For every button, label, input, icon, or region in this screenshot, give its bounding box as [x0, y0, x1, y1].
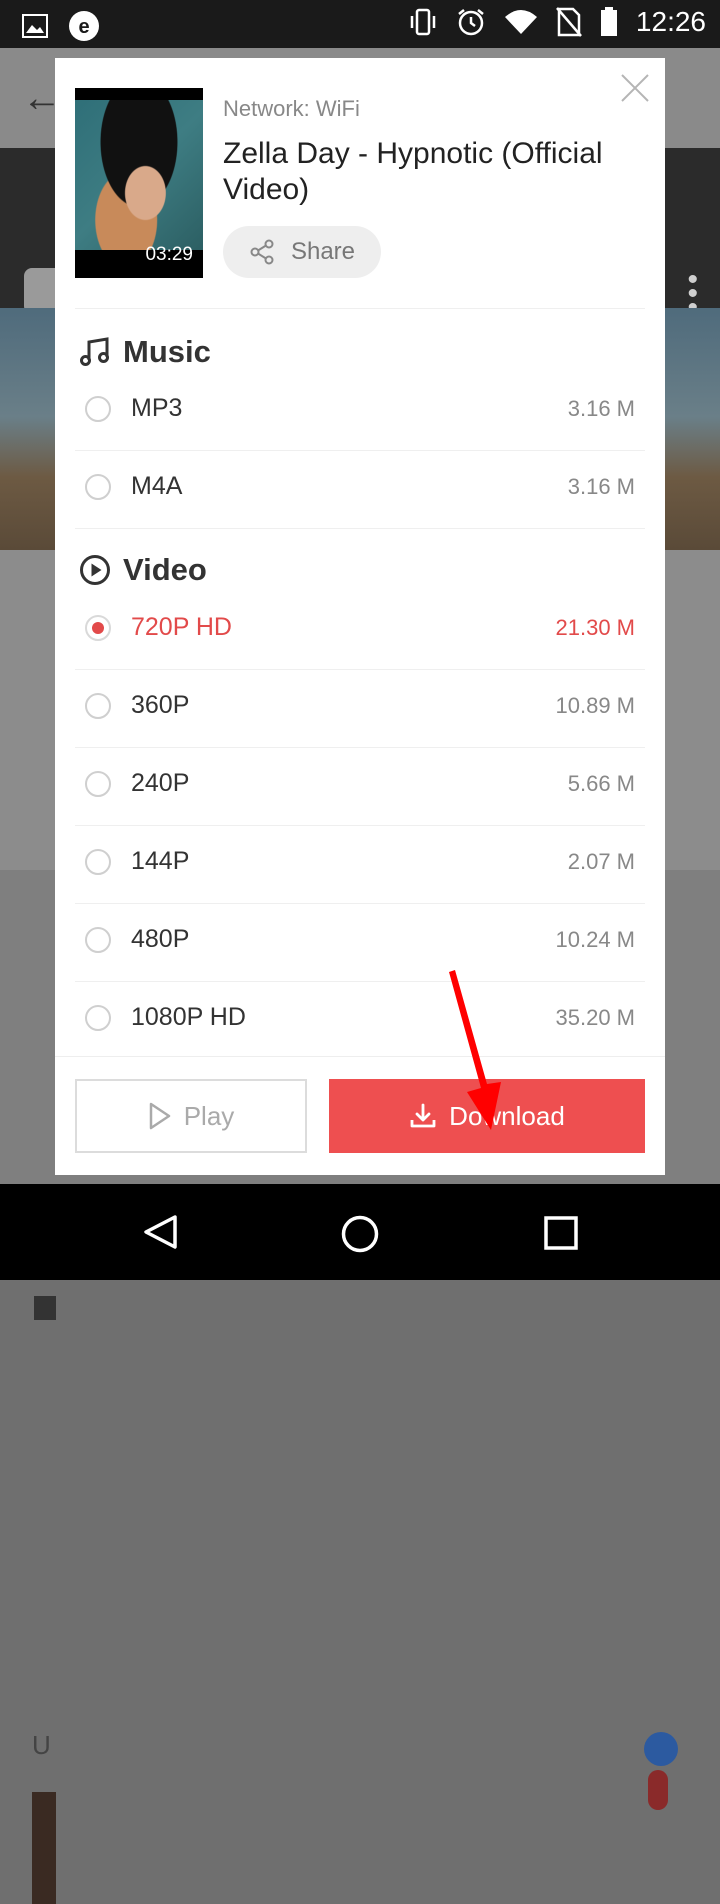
- format-label: MP3: [131, 394, 183, 422]
- share-label: Share: [290, 238, 356, 265]
- play-circle-icon: [80, 555, 110, 585]
- vibrate-icon: [410, 8, 436, 36]
- video-title: Zella Day - Hypnotic (Official Video): [223, 137, 603, 206]
- clock: 12:26: [635, 6, 706, 37]
- image-icon: [22, 14, 48, 38]
- radio-button[interactable]: [85, 771, 111, 797]
- red-arrow-annotation: [449, 970, 501, 1130]
- nav-recents-icon[interactable]: [544, 1216, 578, 1250]
- format-label: 720P HD: [131, 613, 232, 641]
- network-status: Network: WiFi: [223, 96, 360, 121]
- file-size: 5.66 M: [567, 771, 635, 796]
- nav-home-icon[interactable]: [340, 1214, 380, 1254]
- navigation-bar: [0, 1184, 720, 1280]
- status-bar: e 12:26: [0, 0, 720, 48]
- share-button[interactable]: Share: [223, 226, 381, 278]
- battery-icon: [600, 7, 617, 36]
- file-size: 10.89 M: [555, 693, 636, 718]
- music-section-title: Music: [123, 334, 211, 369]
- thumbs-up-icon: [34, 1296, 56, 1320]
- wifi-icon: [504, 10, 537, 34]
- play-outline-icon: [149, 1102, 170, 1130]
- video-section-title: Video: [123, 552, 207, 587]
- file-size: 3.16 M: [567, 396, 635, 421]
- no-sim-icon: [555, 7, 582, 37]
- format-label: M4A: [131, 472, 183, 500]
- format-option-mp3[interactable]: MP3 3.16 M: [75, 372, 645, 451]
- download-icon: [410, 1103, 436, 1128]
- format-label: 360P: [131, 691, 190, 719]
- format-option-240p[interactable]: 240P 5.66 M: [75, 747, 645, 826]
- format-label: 144P: [131, 847, 190, 875]
- download-dialog: 03:29 Network: WiFi Zella Day - Hypnotic…: [55, 58, 665, 1175]
- play-button[interactable]: Play: [75, 1079, 307, 1153]
- format-label: 240P: [131, 769, 190, 797]
- format-option-360p[interactable]: 360P 10.89 M: [75, 669, 645, 748]
- radio-button[interactable]: [85, 1005, 111, 1031]
- format-option-1080p-hd[interactable]: 1080P HD 35.20 M: [75, 981, 645, 1060]
- video-duration: 03:29: [145, 244, 193, 265]
- nav-back-icon[interactable]: [142, 1214, 178, 1250]
- radio-button[interactable]: [85, 474, 111, 500]
- share-icon: [250, 239, 274, 265]
- video-section-header: Video: [79, 552, 207, 588]
- video-thumbnail: 03:29: [75, 88, 203, 278]
- music-section-header: Music: [79, 334, 211, 370]
- radio-button-selected[interactable]: [85, 615, 111, 641]
- radio-button[interactable]: [85, 849, 111, 875]
- radio-button[interactable]: [85, 927, 111, 953]
- play-label: Play: [183, 1100, 235, 1131]
- format-option-720p-hd[interactable]: 720P HD 21.30 M: [75, 591, 645, 670]
- svg-text:e: e: [78, 16, 89, 38]
- file-size: 2.07 M: [567, 849, 635, 874]
- format-option-480p[interactable]: 480P 10.24 M: [75, 903, 645, 982]
- music-note-icon: [80, 337, 109, 366]
- close-icon[interactable]: [619, 72, 651, 104]
- background-badge: [644, 1732, 678, 1766]
- file-size: 10.24 M: [555, 927, 636, 952]
- file-size: 3.16 M: [567, 474, 635, 499]
- file-size: 35.20 M: [555, 1005, 636, 1030]
- dialog-action-bar: Play Download: [55, 1056, 665, 1175]
- radio-button[interactable]: [85, 693, 111, 719]
- radio-button[interactable]: [85, 396, 111, 422]
- thumbnail-image: [75, 100, 203, 250]
- background-fab: [648, 1770, 668, 1810]
- divider: [75, 308, 645, 309]
- background-section-label: U: [32, 1730, 51, 1760]
- background-thumbnail: [32, 1792, 56, 1904]
- format-option-144p[interactable]: 144P 2.07 M: [75, 825, 645, 904]
- format-option-m4a[interactable]: M4A 3.16 M: [75, 450, 645, 529]
- format-label: 1080P HD: [131, 1003, 246, 1031]
- file-size: 21.30 M: [555, 615, 636, 640]
- alarm-icon: [458, 9, 484, 36]
- e-app-icon: e: [69, 11, 99, 41]
- format-label: 480P: [131, 925, 190, 953]
